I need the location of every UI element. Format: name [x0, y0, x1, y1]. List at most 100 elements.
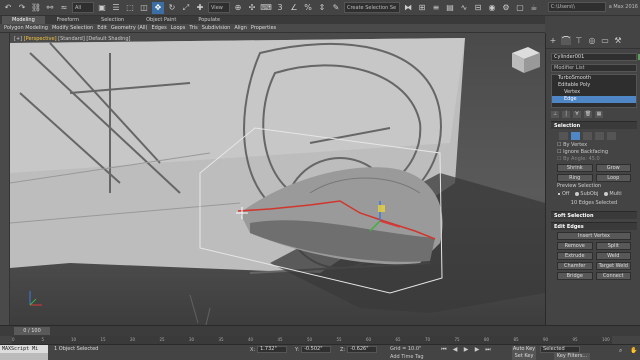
- selection-filter-dropdown[interactable]: All: [72, 2, 94, 13]
- select-scale-icon[interactable]: ⤢: [180, 2, 192, 14]
- ribbon-tab-selection[interactable]: Selection: [91, 16, 134, 24]
- add-time-tag[interactable]: Add Time Tag: [390, 354, 424, 360]
- make-unique-icon[interactable]: ∀: [573, 111, 581, 118]
- previous-frame-icon[interactable]: ◀: [451, 347, 459, 353]
- viewport-pov-label[interactable]: [Perspective]: [24, 36, 57, 42]
- angle-snap-icon[interactable]: ∠: [288, 2, 300, 14]
- key-filters-button[interactable]: Key Filters...: [554, 353, 590, 360]
- render-icon[interactable]: ☕: [528, 2, 540, 14]
- ribbon-command-geometry-all-[interactable]: Geometry (All): [111, 25, 148, 31]
- snaps-toggle-icon[interactable]: 3: [274, 2, 286, 14]
- loop-button[interactable]: Loop: [595, 174, 631, 182]
- pin-stack-icon[interactable]: ⊥: [551, 111, 559, 118]
- show-end-result-icon[interactable]: │: [562, 111, 570, 118]
- create-tab-icon[interactable]: +: [548, 36, 558, 45]
- ribbon-command-edges[interactable]: Edges: [152, 25, 167, 31]
- reference-coord-dropdown[interactable]: View: [208, 2, 230, 13]
- keyboard-shortcut-icon[interactable]: ⌨: [260, 2, 272, 14]
- preview-subobj-radio[interactable]: SubObj: [575, 191, 598, 197]
- pan-icon[interactable]: ✋: [630, 347, 638, 354]
- configure-sets-icon[interactable]: ▦: [595, 111, 603, 118]
- by-angle-checkbox[interactable]: ☐ By Angle: 45.0: [551, 156, 637, 163]
- set-key-button[interactable]: Set Key: [512, 353, 536, 360]
- vertex-level-icon[interactable]: [559, 132, 568, 140]
- ribbon-command-polygon-modeling[interactable]: Polygon Modeling: [4, 25, 48, 31]
- ribbon-command-align[interactable]: Align: [234, 25, 247, 31]
- ribbon-command-tris[interactable]: Tris: [189, 25, 197, 31]
- weld-button[interactable]: Weld: [595, 252, 631, 260]
- ring-button[interactable]: Ring: [557, 174, 593, 182]
- split-button[interactable]: Split: [595, 242, 631, 250]
- unlink-icon[interactable]: ⚯: [44, 2, 56, 14]
- display-tab-icon[interactable]: ▭: [600, 36, 610, 45]
- x-value-field[interactable]: 1.732": [257, 346, 288, 353]
- by-vertex-checkbox[interactable]: ☐ By Vertex: [551, 142, 637, 149]
- preview-off-radio[interactable]: Off: [557, 191, 569, 197]
- stack-item-turbosmooth[interactable]: TurboSmooth: [552, 75, 636, 82]
- select-object-icon[interactable]: ▣: [96, 2, 108, 14]
- extrude-button[interactable]: Extrude: [557, 252, 593, 260]
- time-slider[interactable]: 0 / 100: [14, 327, 50, 335]
- select-move-icon[interactable]: ✥: [152, 1, 164, 14]
- graphite-toggle-icon[interactable]: ▤: [444, 2, 456, 14]
- soft-selection-rollout-header[interactable]: Soft Selection: [551, 211, 637, 219]
- render-setup-icon[interactable]: ⚙: [500, 2, 512, 14]
- edit-named-sets-icon[interactable]: ✎: [330, 2, 342, 14]
- track-bar-ruler[interactable]: 0 5 10 15 20 25 30 35 40 45 50 55 60 65 70 75 80 85 90 95 10…: [12, 336, 612, 344]
- ignore-backfacing-checkbox[interactable]: ☐ Ignore Backfacing: [551, 149, 637, 156]
- object-name-field[interactable]: Cylinder001: [551, 53, 640, 61]
- material-editor-icon[interactable]: ◉: [486, 2, 498, 14]
- ribbon-command-properties[interactable]: Properties: [251, 25, 276, 31]
- hierarchy-tab-icon[interactable]: ⊤: [574, 36, 584, 45]
- ribbon-command-subdivision[interactable]: Subdivision: [202, 25, 231, 31]
- grow-button[interactable]: Grow: [595, 164, 631, 172]
- ribbon-tab-object-paint[interactable]: Object Paint: [136, 16, 186, 24]
- auto-key-button[interactable]: Auto Key: [512, 346, 536, 353]
- ribbon-command-edit[interactable]: Edit: [97, 25, 107, 31]
- pivot-center-icon[interactable]: ⊕: [232, 2, 244, 14]
- align-icon[interactable]: ⊞: [416, 2, 428, 14]
- spinner-snap-icon[interactable]: ⇕: [316, 2, 328, 14]
- shrink-button[interactable]: Shrink: [557, 164, 593, 172]
- go-to-end-icon[interactable]: ⏭: [484, 347, 492, 353]
- edge-level-icon[interactable]: [571, 132, 580, 140]
- modifier-list-dropdown[interactable]: Modifier List: [551, 64, 637, 72]
- maxscript-listener[interactable]: MAXScript Mi: [0, 345, 48, 353]
- percent-snap-icon[interactable]: %: [302, 2, 314, 14]
- named-selection-set-dropdown[interactable]: Create Selection Se: [344, 2, 400, 13]
- bridge-button[interactable]: Bridge: [557, 272, 593, 280]
- target-weld-button[interactable]: Target Weld: [595, 262, 631, 270]
- ribbon-command-modify-selection[interactable]: Modify Selection: [52, 25, 93, 31]
- connect-button[interactable]: Connect: [595, 272, 631, 280]
- next-frame-icon[interactable]: ▶: [473, 347, 481, 353]
- viewport-menu-label[interactable]: [+]: [14, 36, 22, 42]
- place-icon[interactable]: ✚: [194, 2, 206, 14]
- play-icon[interactable]: ▶: [462, 347, 470, 353]
- redo-icon[interactable]: ↷: [16, 2, 28, 14]
- ribbon-tab-populate[interactable]: Populate: [188, 16, 230, 24]
- mirror-icon[interactable]: ⧓: [402, 2, 414, 14]
- stack-item-edge[interactable]: Edge: [552, 96, 636, 103]
- select-rotate-icon[interactable]: ↻: [166, 2, 178, 14]
- utilities-tab-icon[interactable]: ⚒: [613, 36, 623, 45]
- perspective-viewport[interactable]: [+] [Perspective] [Standard] [Default Sh…: [10, 33, 545, 325]
- preview-multi-radio[interactable]: Multi: [604, 191, 622, 197]
- select-by-name-icon[interactable]: ☰: [110, 2, 122, 14]
- insert-vertex-button[interactable]: Insert Vertex: [557, 232, 631, 240]
- key-selection-dropdown[interactable]: Selected: [540, 346, 580, 353]
- viewport-label[interactable]: [+] [Perspective] [Standard] [Default Sh…: [14, 36, 130, 42]
- schematic-view-icon[interactable]: ⊟: [472, 2, 484, 14]
- y-value-field[interactable]: -0.502": [301, 346, 332, 353]
- z-value-field[interactable]: -0.626": [347, 346, 378, 353]
- edit-edges-rollout-header[interactable]: Edit Edges: [551, 222, 637, 230]
- selection-rollout-header[interactable]: Selection: [551, 121, 637, 129]
- link-icon[interactable]: ⛓: [30, 2, 42, 14]
- rect-selection-icon[interactable]: ⬚: [124, 2, 136, 14]
- viewport-display-label[interactable]: [Default Shading]: [86, 36, 130, 42]
- window-crossing-icon[interactable]: ◫: [138, 2, 150, 14]
- by-angle-value[interactable]: 45.0: [589, 156, 600, 162]
- maxscript-output[interactable]: [0, 353, 48, 360]
- border-level-icon[interactable]: [583, 132, 592, 140]
- chamfer-button[interactable]: Chamfer: [557, 262, 593, 270]
- remove-modifier-icon[interactable]: 🗑: [584, 111, 592, 118]
